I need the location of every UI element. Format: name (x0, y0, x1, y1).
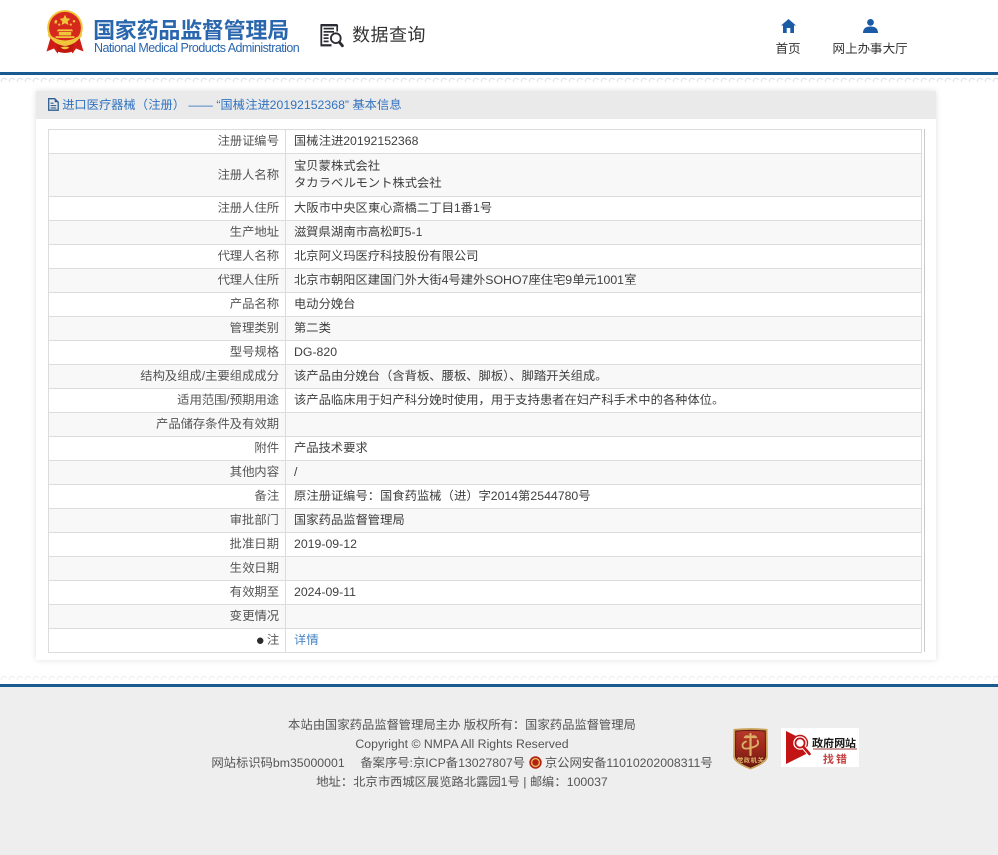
svg-text:党政机关: 党政机关 (737, 756, 764, 765)
